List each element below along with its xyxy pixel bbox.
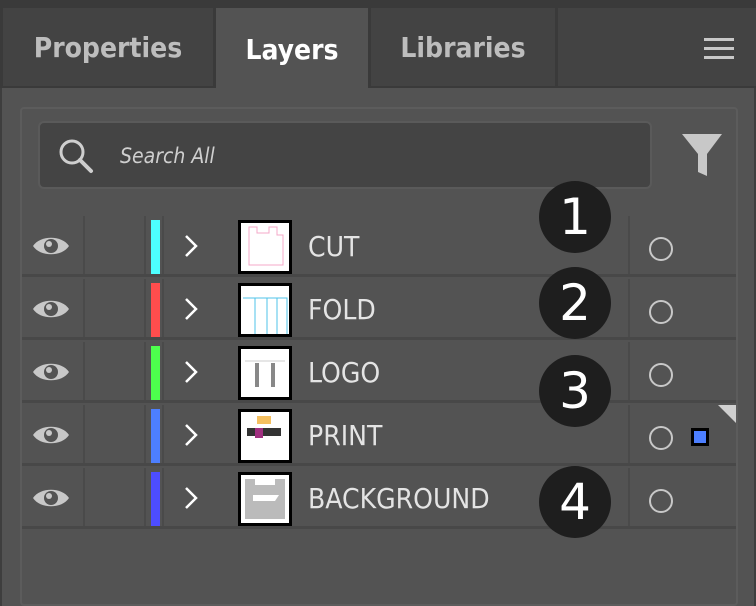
eye-icon[interactable] xyxy=(32,297,70,321)
tab-bar: Properties Layers Libraries xyxy=(0,0,756,90)
layer-row-print[interactable]: PRINT xyxy=(22,405,736,466)
callout-badge-1: 1 xyxy=(539,181,611,253)
layer-color-swatch xyxy=(151,283,160,337)
eye-icon[interactable] xyxy=(32,486,70,510)
search-field[interactable] xyxy=(38,121,652,189)
filter-icon[interactable] xyxy=(682,134,724,178)
layer-name[interactable]: BACKGROUND xyxy=(308,482,490,515)
layer-thumbnail xyxy=(238,472,292,526)
target-circle-icon[interactable] xyxy=(649,489,673,513)
search-input[interactable] xyxy=(120,141,620,171)
layer-color-swatch xyxy=(151,220,160,274)
target-circle-icon[interactable] xyxy=(649,363,673,387)
hamburger-icon[interactable] xyxy=(704,38,734,59)
layer-name[interactable]: CUT xyxy=(308,230,359,263)
layer-row-cut[interactable]: CUT xyxy=(22,216,736,277)
eye-icon[interactable] xyxy=(32,234,70,258)
layer-name[interactable]: LOGO xyxy=(308,356,380,389)
layer-row-logo[interactable]: LOGO xyxy=(22,342,736,403)
callout-badge-2: 2 xyxy=(539,267,611,339)
tab-libraries[interactable]: Libraries xyxy=(371,8,555,86)
chevron-right-icon[interactable] xyxy=(184,360,198,384)
layer-thumbnail xyxy=(238,409,292,463)
layer-row-fold[interactable]: FOLD xyxy=(22,279,736,340)
chevron-right-icon[interactable] xyxy=(184,234,198,258)
current-layer-corner-icon xyxy=(718,405,736,423)
tab-properties[interactable]: Properties xyxy=(3,8,213,86)
layer-thumbnail xyxy=(238,346,292,400)
layer-name[interactable]: PRINT xyxy=(308,419,382,452)
target-circle-icon[interactable] xyxy=(649,300,673,324)
layer-name[interactable]: FOLD xyxy=(308,293,376,326)
callout-badge-3: 3 xyxy=(539,355,611,427)
chevron-right-icon[interactable] xyxy=(184,423,198,447)
chevron-right-icon[interactable] xyxy=(184,297,198,321)
layer-row-background[interactable]: BACKGROUND xyxy=(22,468,736,529)
layer-color-swatch xyxy=(151,346,160,400)
tab-layers[interactable]: Layers xyxy=(216,8,368,90)
layer-color-swatch xyxy=(151,472,160,526)
layer-thumbnail xyxy=(238,283,292,337)
target-circle-icon[interactable] xyxy=(649,237,673,261)
eye-icon[interactable] xyxy=(32,423,70,447)
layer-color-swatch xyxy=(151,409,160,463)
selection-indicator[interactable] xyxy=(691,428,709,446)
callout-badge-4: 4 xyxy=(539,466,611,538)
layer-thumbnail xyxy=(238,220,292,274)
chevron-right-icon[interactable] xyxy=(184,486,198,510)
target-circle-icon[interactable] xyxy=(649,426,673,450)
eye-icon[interactable] xyxy=(32,360,70,384)
search-icon xyxy=(59,139,93,173)
